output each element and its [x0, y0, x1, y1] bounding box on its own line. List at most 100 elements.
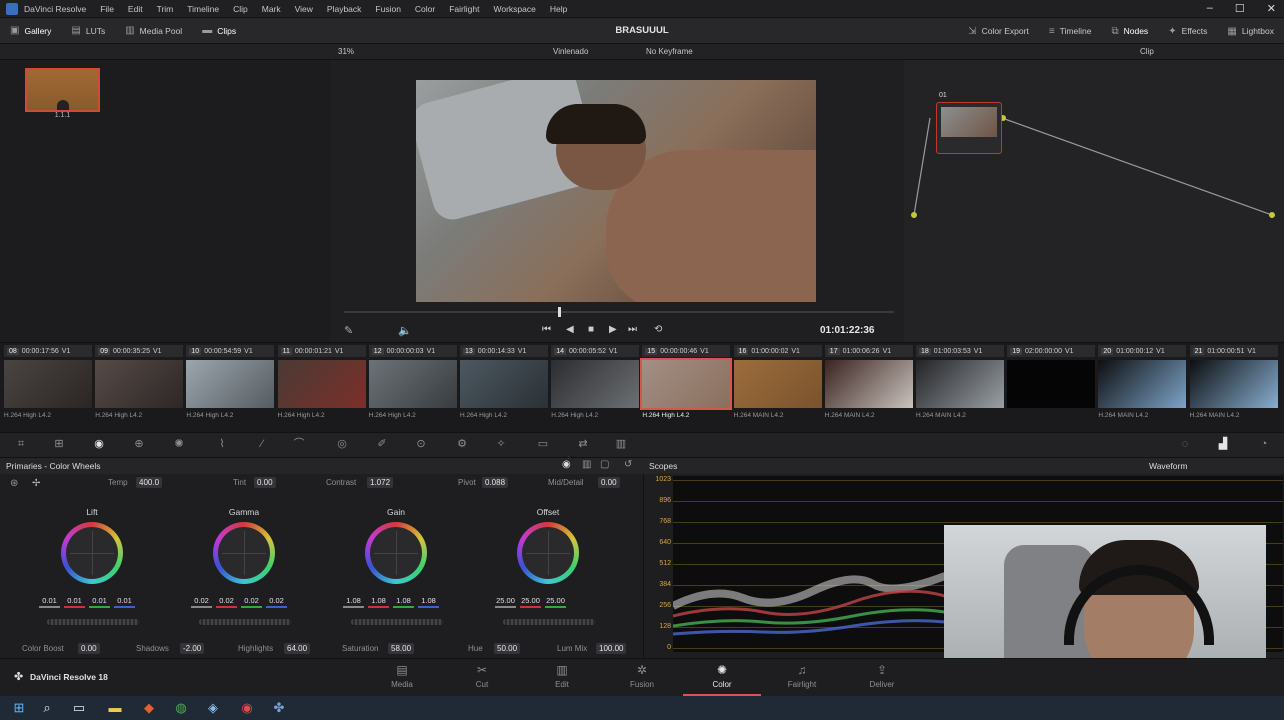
viewer-playhead[interactable] — [558, 307, 561, 317]
menu-item-playback[interactable]: Playback — [327, 4, 362, 14]
timeline-clip[interactable]: 19 02:00:00:00 V1 — [1007, 345, 1096, 425]
minimize-button[interactable]: – — [1207, 2, 1213, 15]
play-icon[interactable]: ▶ — [609, 324, 617, 335]
output-dot[interactable] — [1269, 212, 1275, 218]
brave-browser-icon[interactable]: ◆ — [140, 699, 158, 717]
timeline-clip[interactable]: 16 01:00:00:02 V1 H.264 MAIN L4.2 — [733, 345, 822, 425]
viewer-title-dropdown[interactable]: Vinlenado — [553, 47, 588, 56]
offset-value-0[interactable]: 25.00 — [495, 596, 516, 608]
timeline-clip[interactable]: 13 00:00:14:33 V1 H.264 High L4.2 — [460, 345, 548, 425]
auto-balance-icon[interactable]: ⊛ — [10, 478, 18, 489]
gamma-value-3[interactable]: 0.02 — [266, 596, 287, 608]
offset-value-2[interactable]: 25.00 — [545, 596, 566, 608]
skip-end-icon[interactable]: ⏭ — [628, 324, 637, 335]
reset-icon[interactable]: ↺ — [624, 459, 632, 470]
eyedropper-icon[interactable]: ✐ — [375, 437, 389, 451]
timeline-clip[interactable]: 08 00:00:17:56 V1 H.264 High L4.2 — [4, 345, 92, 425]
task-view-icon[interactable]: ▭ — [70, 699, 88, 717]
sizing-icon[interactable]: ⇄ — [576, 437, 590, 451]
lightbox-button[interactable]: ▦ Lightbox — [1217, 18, 1284, 44]
color-boost-value[interactable]: 0.00 — [78, 643, 100, 654]
color-export-button[interactable]: ⇲ Color Export — [958, 18, 1039, 44]
gain-master-slider[interactable] — [351, 619, 443, 625]
davinci-taskbar-icon[interactable]: ✤ — [270, 699, 288, 717]
close-button[interactable]: ✕ — [1267, 2, 1276, 15]
gamma-value-2[interactable]: 0.02 — [241, 596, 262, 608]
hue-value[interactable]: 50.00 — [494, 643, 521, 654]
stop-icon[interactable]: ■ — [588, 324, 594, 335]
menu-item-color[interactable]: Color — [415, 4, 435, 14]
gain-value-0[interactable]: 1.08 — [343, 596, 364, 608]
page-tab-fusion[interactable]: ✲ Fusion — [603, 663, 681, 689]
page-tab-media[interactable]: ▤ Media — [363, 663, 441, 689]
nodes-button[interactable]: ⧉ Nodes — [1101, 18, 1158, 44]
loop-icon[interactable]: ⟲ — [654, 324, 662, 335]
curves-icon[interactable]: ⌇ — [215, 437, 229, 451]
shadows-value[interactable]: -2.00 — [180, 643, 205, 654]
file-explorer-icon[interactable]: ▬ — [106, 699, 124, 717]
lift-value-3[interactable]: 0.01 — [114, 596, 135, 608]
search-icon[interactable]: ⌕ — [38, 699, 56, 717]
tracker-icon[interactable]: ⊙ — [414, 437, 428, 451]
menu-item-workspace[interactable]: Workspace — [493, 4, 535, 14]
menu-item-help[interactable]: Help — [550, 4, 567, 14]
pivot-value[interactable]: 0.088 — [482, 477, 509, 488]
color-warper-icon[interactable]: ⁄ — [255, 437, 269, 451]
timeline-clip[interactable]: 17 01:00:06:26 V1 H.264 MAIN L4.2 — [824, 345, 913, 425]
volume-icon[interactable]: 🔈 — [398, 324, 412, 337]
menu-item-davinci-resolve[interactable]: DaVinci Resolve — [24, 4, 86, 14]
menu-item-fairlight[interactable]: Fairlight — [449, 4, 479, 14]
scope-mode-dropdown[interactable]: Waveform — [1149, 461, 1187, 471]
gamma-value-1[interactable]: 0.02 — [216, 596, 237, 608]
skip-start-icon[interactable]: ⏮ — [542, 324, 551, 335]
menu-item-edit[interactable]: Edit — [128, 4, 143, 14]
page-tab-color[interactable]: ✺ Color — [683, 663, 761, 696]
viewer-frame[interactable] — [416, 80, 816, 302]
highlights-value[interactable]: 64.00 — [284, 643, 311, 654]
timeline-clip[interactable]: 21 01:00:00:51 V1 H.264 MAIN L4.2 — [1189, 345, 1278, 425]
gain-value-3[interactable]: 1.08 — [418, 596, 439, 608]
window-icon[interactable]: ◎ — [335, 437, 349, 451]
obs-icon[interactable]: ◉ — [238, 699, 256, 717]
menu-item-fusion[interactable]: Fusion — [375, 4, 401, 14]
timeline-clip[interactable]: 18 01:00:03:53 V1 H.264 MAIN L4.2 — [916, 345, 1004, 425]
clips-button[interactable]: ▬ Clips — [192, 18, 246, 44]
timeline-clip[interactable]: 10 00:00:54:59 V1 H.264 High L4.2 — [186, 345, 275, 425]
magic-mask-icon[interactable]: ⚙ — [455, 437, 469, 451]
contrast-value[interactable]: 1.072 — [367, 477, 394, 488]
timeline-clip[interactable]: 15 00:00:00:46 V1 H.264 High L4.2 — [640, 345, 733, 425]
page-tab-edit[interactable]: ▥ Edit — [523, 663, 601, 689]
color-match-icon[interactable]: ⊞ — [52, 437, 66, 451]
node-mode-dropdown[interactable]: Clip — [1140, 47, 1154, 56]
zoom-dropdown[interactable]: 31% — [338, 47, 354, 56]
camera-raw-icon[interactable]: ⌗ — [14, 437, 28, 451]
page-tab-cut[interactable]: ✂ Cut — [443, 663, 521, 689]
timeline-clip[interactable]: 20 01:00:00:12 V1 H.264 MAIN L4.2 — [1098, 345, 1187, 425]
menu-item-trim[interactable]: Trim — [157, 4, 174, 14]
source-input-dot[interactable] — [911, 212, 917, 218]
blur-icon[interactable]: ✧ — [494, 437, 508, 451]
lift-master-slider[interactable] — [47, 619, 139, 625]
menu-item-view[interactable]: View — [295, 4, 313, 14]
timeline-clip[interactable]: 09 00:00:35:25 V1 H.264 High L4.2 — [95, 345, 184, 425]
viewer-scrubber[interactable] — [344, 311, 894, 313]
page-tab-fairlight[interactable]: ♫ Fairlight — [763, 663, 841, 689]
gallery-still[interactable] — [25, 68, 100, 112]
effects-button[interactable]: ✦ Effects — [1158, 18, 1217, 44]
lift-value-1[interactable]: 0.01 — [64, 596, 85, 608]
bars-mode-icon[interactable]: ▥ — [582, 459, 591, 470]
key-icon[interactable]: ▭ — [536, 437, 550, 451]
gain-value-2[interactable]: 1.08 — [393, 596, 414, 608]
motion-effects-icon[interactable]: ✺ — [172, 437, 186, 451]
menu-item-file[interactable]: File — [100, 4, 114, 14]
steam-icon[interactable]: ◈ — [204, 699, 222, 717]
temp-value[interactable]: 400.0 — [136, 477, 163, 488]
luts-button[interactable]: ▤ LUTs — [61, 18, 115, 44]
offset-color-wheel[interactable] — [517, 522, 579, 584]
menu-item-mark[interactable]: Mark — [262, 4, 281, 14]
menu-item-clip[interactable]: Clip — [233, 4, 248, 14]
keyframe-dropdown[interactable]: No Keyframe — [646, 47, 693, 56]
lift-color-wheel[interactable] — [61, 522, 123, 584]
settings-icon[interactable]: ◔ — [1257, 437, 1271, 451]
lift-value-2[interactable]: 0.01 — [89, 596, 110, 608]
